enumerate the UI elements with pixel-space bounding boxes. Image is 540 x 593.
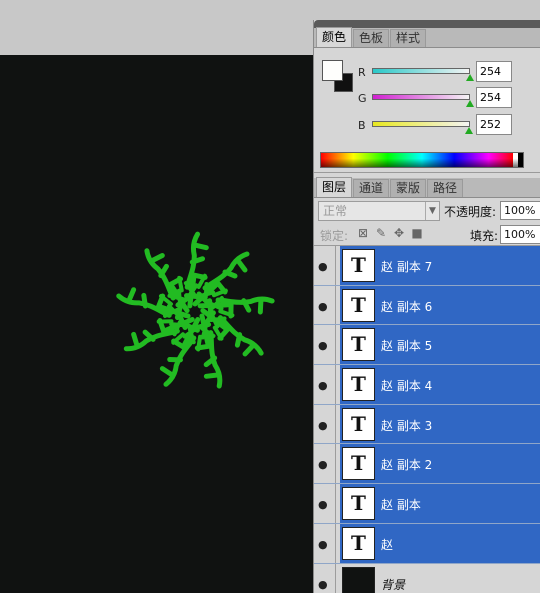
- eye-icon: ●: [318, 339, 328, 353]
- layer-name: 赵 副本 7: [381, 260, 433, 274]
- chevron-down-icon[interactable]: ▼: [425, 202, 439, 220]
- color-panel-tabs: 颜色 色板 样式: [314, 27, 540, 48]
- layer-row[interactable]: ● T 赵 副本 7: [314, 246, 540, 286]
- layer-body[interactable]: 背景: [340, 563, 540, 593]
- layer-row[interactable]: ● T 赵 副本: [314, 484, 540, 524]
- tab-channels[interactable]: 通道: [353, 179, 390, 197]
- layer-row-background[interactable]: ● 背景: [314, 563, 540, 593]
- fill-input[interactable]: 100%: [500, 225, 540, 244]
- fill-label: 填充:: [470, 229, 499, 243]
- text-layer-thumbnail: T: [342, 407, 375, 441]
- document-canvas[interactable]: [0, 55, 313, 593]
- visibility-toggle[interactable]: ●: [314, 484, 336, 523]
- layer-name: 赵 副本 5: [381, 339, 433, 354]
- text-layer-thumbnail: T: [342, 249, 375, 282]
- layers-panel-tabs: 图层 通道 蒙版 路径: [314, 177, 540, 198]
- blue-value-input[interactable]: 252: [476, 114, 512, 135]
- tab-paths[interactable]: 路径: [427, 179, 464, 197]
- right-panel-dock: 颜色 色板 样式 R 254 G 254 B 252 图层 通道 蒙版 路径 正…: [313, 20, 540, 593]
- eye-icon: ●: [318, 498, 328, 512]
- lock-label: 锁定:: [320, 229, 349, 243]
- blue-slider-track[interactable]: [372, 121, 470, 127]
- tab-color[interactable]: 颜色: [316, 27, 353, 47]
- visibility-toggle[interactable]: ●: [314, 325, 336, 365]
- layer-body[interactable]: T 赵 副本 4: [340, 365, 540, 404]
- layer-body[interactable]: T 赵 副本 2: [340, 444, 540, 484]
- visibility-toggle[interactable]: ●: [314, 444, 336, 484]
- tab-masks[interactable]: 蒙版: [390, 179, 427, 197]
- opacity-input[interactable]: 100%: [500, 201, 540, 220]
- red-value-input[interactable]: 254: [476, 61, 512, 82]
- visibility-toggle[interactable]: ●: [314, 246, 336, 285]
- layer-name: 赵 副本 2: [381, 458, 433, 473]
- text-layer-thumbnail: T: [342, 526, 375, 560]
- layer-row[interactable]: ● T 赵 副本 5: [314, 325, 540, 366]
- slider-label-r: R: [358, 66, 366, 79]
- tab-styles[interactable]: 样式: [390, 29, 427, 47]
- layer-body[interactable]: T 赵 副本 3: [340, 404, 540, 444]
- layer-body[interactable]: T 赵 副本: [340, 484, 540, 523]
- red-slider-track[interactable]: [372, 68, 470, 74]
- tab-swatches[interactable]: 色板: [353, 29, 390, 47]
- eye-icon: ●: [318, 577, 328, 591]
- eye-icon: ●: [318, 299, 328, 313]
- layer-body[interactable]: T 赵 副本 7: [340, 246, 540, 285]
- slider-label-g: G: [358, 92, 367, 105]
- layer-row[interactable]: ● T 赵: [314, 523, 540, 564]
- visibility-toggle[interactable]: ●: [314, 365, 336, 404]
- brush-lock-icon[interactable]: ✎: [374, 226, 388, 240]
- layer-name: 赵 副本 3: [381, 418, 433, 433]
- layer-name: 赵 副本: [381, 498, 421, 513]
- text-layer-thumbnail: T: [342, 487, 375, 521]
- text-layer-thumbnail: T: [342, 368, 375, 402]
- slider-label-b: B: [358, 119, 366, 132]
- color-panel: R 254 G 254 B 252: [314, 48, 540, 173]
- color-spectrum-ramp[interactable]: [320, 152, 524, 168]
- layer-body[interactable]: T 赵 副本 6: [340, 285, 540, 325]
- green-slider-track[interactable]: [372, 94, 470, 100]
- visibility-toggle[interactable]: ●: [314, 404, 336, 444]
- text-layer-thumbnail: T: [342, 328, 375, 362]
- canvas-top-gray: [0, 0, 313, 55]
- visibility-toggle[interactable]: ●: [314, 563, 336, 593]
- layers-options-bar: 正常 ▼ 不透明度: 100% 锁定: ⊠ ✎ ✥ ■ 填充: 100%: [314, 198, 540, 246]
- blue-slider-thumb[interactable]: [464, 127, 473, 134]
- transparency-lock-icon[interactable]: ⊠: [356, 226, 370, 240]
- eye-icon: ●: [318, 418, 328, 432]
- layer-row[interactable]: ● T 赵 副本 2: [314, 444, 540, 485]
- visibility-toggle[interactable]: ●: [314, 523, 336, 563]
- tab-layers[interactable]: 图层: [316, 177, 353, 197]
- visibility-toggle[interactable]: ●: [314, 285, 336, 325]
- eye-icon: ●: [318, 458, 328, 472]
- blend-mode-select[interactable]: 正常 ▼: [318, 201, 440, 221]
- green-value-input[interactable]: 254: [476, 87, 512, 108]
- layer-body[interactable]: T 赵 副本 5: [340, 325, 540, 365]
- layer-row[interactable]: ● T 赵 副本 3: [314, 404, 540, 445]
- green-slider-thumb[interactable]: [465, 100, 474, 107]
- text-layer-thumbnail: T: [342, 447, 375, 481]
- eye-icon: ●: [318, 537, 328, 551]
- layer-name: 背景: [381, 577, 406, 592]
- move-lock-icon[interactable]: ✥: [392, 226, 406, 240]
- padlock-icon[interactable]: ■: [410, 226, 424, 240]
- lock-icons-group: ⊠ ✎ ✥ ■: [356, 226, 424, 240]
- rotated-text-rosette-artwork: [116, 231, 275, 389]
- layer-row[interactable]: ● T 赵 副本 6: [314, 285, 540, 326]
- layer-list: ● T 赵 副本 7 ● T 赵 副本 6 ● T 赵 副本 5 ● T 赵 副…: [314, 246, 540, 593]
- eye-icon: ●: [318, 260, 328, 273]
- blend-mode-value: 正常: [323, 204, 348, 218]
- background-layer-thumbnail: [342, 566, 375, 593]
- layer-body[interactable]: T 赵: [340, 523, 540, 563]
- layer-name: 赵 副本 6: [381, 299, 433, 314]
- layer-name: 赵: [381, 537, 394, 552]
- rosette-group: [116, 231, 275, 389]
- layer-name: 赵 副本 4: [381, 379, 433, 394]
- layer-row[interactable]: ● T 赵 副本 4: [314, 365, 540, 405]
- foreground-color-swatch[interactable]: [322, 60, 343, 81]
- eye-icon: ●: [318, 379, 328, 393]
- text-layer-thumbnail: T: [342, 288, 375, 322]
- red-slider-thumb[interactable]: [465, 74, 474, 81]
- opacity-label: 不透明度:: [444, 205, 497, 219]
